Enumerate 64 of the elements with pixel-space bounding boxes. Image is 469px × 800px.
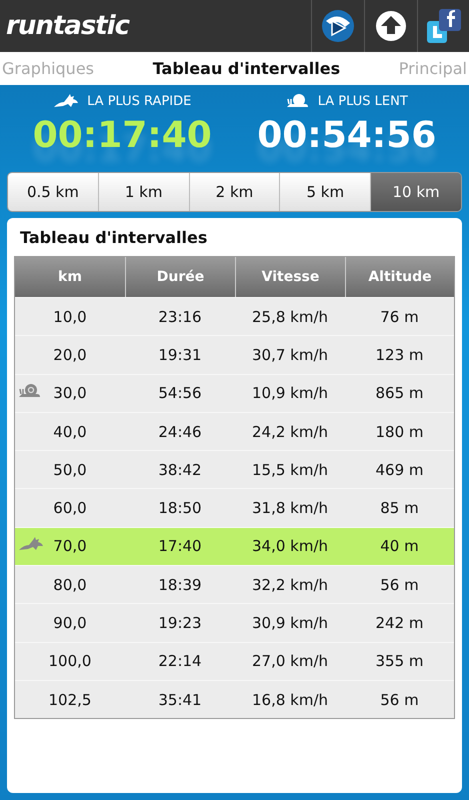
upload-icon	[374, 10, 406, 42]
table-cell: 10,0	[53, 308, 87, 326]
card-title: Tableau d'intervalles	[20, 228, 208, 247]
summary-label: LA PLUS RAPIDE	[87, 94, 192, 108]
table-cell: 17:40	[158, 537, 202, 556]
table-cell: 54:56	[158, 384, 202, 402]
hare-icon	[18, 536, 44, 552]
table-cell: 76 m	[380, 308, 419, 326]
table-cell: 10,9 km/h	[252, 384, 328, 402]
table-cell: 90,0	[53, 614, 87, 632]
interval-button[interactable]: 5 km	[279, 173, 370, 211]
table-cell: 15,5 km/h	[252, 460, 328, 479]
interval-button[interactable]: 10 km	[370, 173, 461, 211]
table-cell: 70,0	[53, 537, 87, 556]
table-cell: 27,0 km/h	[252, 652, 328, 670]
table-cell: 24,2 km/h	[252, 422, 328, 441]
table-cell: 56 m	[380, 576, 419, 594]
table-cell: 32,2 km/h	[252, 576, 328, 594]
table-cell: 40,0	[53, 422, 87, 441]
table-cell: 30,7 km/h	[252, 346, 328, 364]
table-cell: 20,0	[53, 346, 87, 364]
table-cell: 180 m	[375, 422, 424, 441]
tab[interactable]: Tableau d'intervalles	[150, 59, 342, 78]
snail-icon	[286, 93, 310, 109]
table-cell: 31,8 km/h	[252, 499, 328, 518]
table-cell: 85 m	[380, 499, 419, 518]
table-cell: 56 m	[380, 690, 419, 709]
table-cell: 100,0	[48, 652, 92, 670]
table-cell: 865 m	[375, 384, 424, 402]
table-cell: 355 m	[375, 652, 424, 670]
table-cell: 16,8 km/h	[252, 690, 328, 709]
table-cell: 19:23	[158, 614, 202, 632]
table-cell: 25,8 km/h	[252, 308, 328, 326]
table-cell: 30,9 km/h	[252, 614, 328, 632]
table-cell: 123 m	[375, 346, 424, 364]
table-cell: 35:41	[158, 690, 202, 709]
play-logo-icon	[320, 9, 354, 43]
table-cell: 242 m	[375, 614, 424, 632]
interval-button[interactable]: 0.5 km	[8, 173, 98, 211]
summary-time: 00:54:56	[257, 115, 436, 156]
table-cell: 38:42	[158, 460, 202, 479]
summary-time: 00:17:40	[32, 115, 212, 156]
table-cell: 40 m	[380, 537, 419, 556]
interval-button[interactable]: 2 km	[188, 173, 280, 211]
table-cell: 19:31	[158, 346, 202, 364]
hare-icon	[53, 93, 80, 109]
snail-icon	[18, 382, 42, 399]
table-cell: 22:14	[158, 652, 202, 670]
table-cell: 60,0	[53, 499, 87, 518]
table-cell: 50,0	[53, 460, 87, 479]
column-header: km	[57, 268, 83, 287]
table-cell: 469 m	[375, 460, 424, 479]
app-logo: runtastic	[5, 10, 131, 43]
table-cell: 18:50	[158, 499, 202, 518]
share-icon	[424, 7, 462, 45]
table-cell: 102,5	[48, 690, 92, 709]
table-cell: 24:46	[158, 422, 202, 441]
table-cell: 23:16	[158, 308, 202, 326]
table-cell: 34,0 km/h	[252, 537, 328, 556]
summary-label: LA PLUS LENT	[318, 94, 408, 108]
table-cell: 80,0	[53, 576, 87, 594]
table-cell: 30,0	[53, 384, 87, 402]
table-cell: 18:39	[158, 576, 202, 594]
interval-button[interactable]: 1 km	[98, 173, 189, 211]
